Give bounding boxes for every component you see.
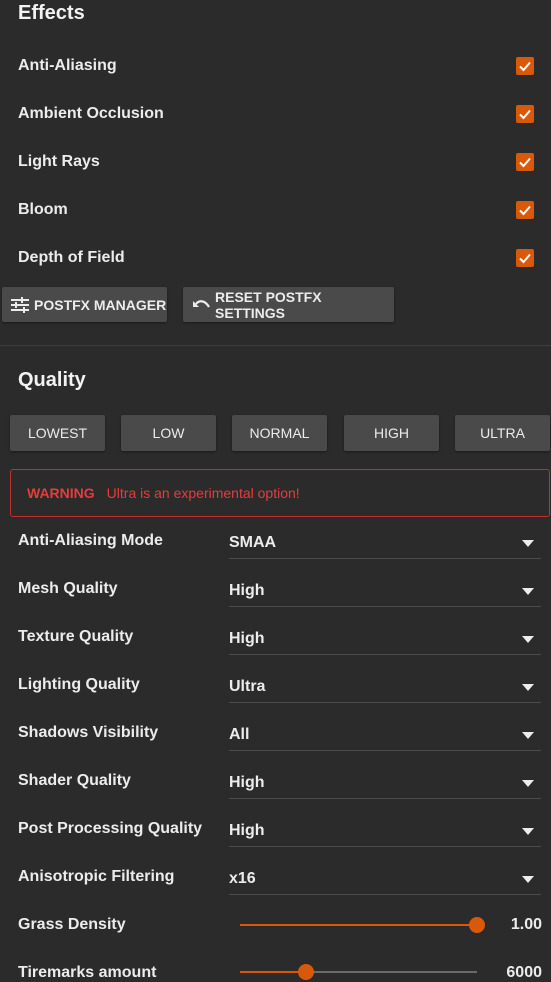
checkmark-icon [519, 205, 531, 216]
reset-postfx-button[interactable]: RESET POSTFX SETTINGS [183, 287, 394, 322]
dropdown-arrow-icon [522, 587, 534, 595]
post-processing-quality-value: High [229, 822, 265, 839]
anisotropic-filtering-select[interactable]: x16 [229, 864, 541, 895]
tiremarks-amount-value: 6000 [506, 964, 542, 981]
grass-density-label: Grass Density [18, 916, 126, 933]
preset-normal-button[interactable]: NORMAL [232, 415, 327, 451]
post-processing-quality-label: Post Processing Quality [18, 820, 203, 837]
dropdown-arrow-icon [522, 779, 534, 787]
warning-text: Ultra is an experimental option! [106, 485, 300, 501]
anisotropic-filtering-label: Anisotropic Filtering [18, 868, 175, 885]
ambient-occlusion-label: Ambient Occlusion [18, 105, 164, 122]
preset-ultra-button[interactable]: ULTRA [455, 415, 550, 451]
depth-of-field-label: Depth of Field [18, 249, 125, 266]
checkmark-icon [519, 61, 531, 72]
light-rays-checkbox[interactable] [516, 153, 534, 171]
dropdown-arrow-icon [522, 539, 534, 547]
tiremarks-amount-label: Tiremarks amount [18, 964, 157, 981]
anti-aliasing-checkbox[interactable] [516, 57, 534, 75]
shadows-visibility-label: Shadows Visibility [18, 724, 159, 741]
checkmark-icon [519, 157, 531, 168]
dropdown-arrow-icon [522, 683, 534, 691]
anti-aliasing-label: Anti-Aliasing [18, 57, 117, 74]
warning-banner: WARNING Ultra is an experimental option! [10, 469, 550, 517]
bloom-checkbox[interactable] [516, 201, 534, 219]
postfx-manager-button[interactable]: POSTFX MANAGER [2, 287, 167, 322]
anisotropic-filtering-value: x16 [229, 870, 256, 887]
preset-lowest-button[interactable]: LOWEST [10, 415, 105, 451]
ambient-occlusion-checkbox[interactable] [516, 105, 534, 123]
slider-fill [240, 971, 307, 973]
dropdown-arrow-icon [522, 635, 534, 643]
shader-quality-value: High [229, 774, 265, 791]
post-processing-quality-select[interactable]: High [229, 816, 541, 847]
checkmark-icon [519, 109, 531, 120]
light-rays-label: Light Rays [18, 153, 100, 170]
slider-thumb[interactable] [298, 964, 315, 980]
mesh-quality-select[interactable]: High [229, 576, 541, 607]
shader-quality-label: Shader Quality [18, 772, 131, 789]
postfx-manager-label: POSTFX MANAGER [34, 296, 167, 313]
checkmark-icon [519, 253, 531, 264]
preset-low-button[interactable]: LOW [121, 415, 216, 451]
slider-thumb[interactable] [469, 917, 485, 933]
dropdown-arrow-icon [522, 875, 534, 883]
anti-aliasing-mode-label: Anti-Aliasing Mode [18, 532, 163, 549]
texture-quality-select[interactable]: High [229, 624, 541, 655]
warning-label: WARNING [27, 485, 95, 501]
effects-title: Effects [18, 2, 85, 24]
anti-aliasing-mode-value: SMAA [229, 534, 277, 551]
slider-fill [240, 924, 477, 926]
shadows-visibility-select[interactable]: All [229, 720, 541, 751]
grass-density-value: 1.00 [510, 916, 542, 933]
reset-postfx-label: RESET POSTFX SETTINGS [215, 288, 322, 321]
dropdown-arrow-icon [522, 731, 534, 739]
depth-of-field-checkbox[interactable] [516, 249, 534, 267]
sliders-icon [10, 296, 30, 314]
lighting-quality-label: Lighting Quality [18, 676, 140, 693]
lighting-quality-select[interactable]: Ultra [229, 672, 541, 703]
texture-quality-label: Texture Quality [18, 628, 134, 645]
dropdown-arrow-icon [522, 827, 534, 835]
undo-icon [191, 296, 211, 314]
tiremarks-amount-slider[interactable] [240, 964, 477, 980]
mesh-quality-value: High [229, 582, 265, 599]
mesh-quality-label: Mesh Quality [18, 580, 118, 597]
section-divider [0, 345, 551, 346]
preset-high-button[interactable]: HIGH [344, 415, 439, 451]
bloom-label: Bloom [18, 201, 68, 218]
texture-quality-value: High [229, 630, 265, 647]
shadows-visibility-value: All [229, 726, 250, 743]
grass-density-slider[interactable] [240, 917, 485, 933]
quality-title: Quality [18, 369, 86, 391]
anti-aliasing-mode-select[interactable]: SMAA [229, 528, 541, 559]
shader-quality-select[interactable]: High [229, 768, 541, 799]
lighting-quality-value: Ultra [229, 678, 266, 695]
